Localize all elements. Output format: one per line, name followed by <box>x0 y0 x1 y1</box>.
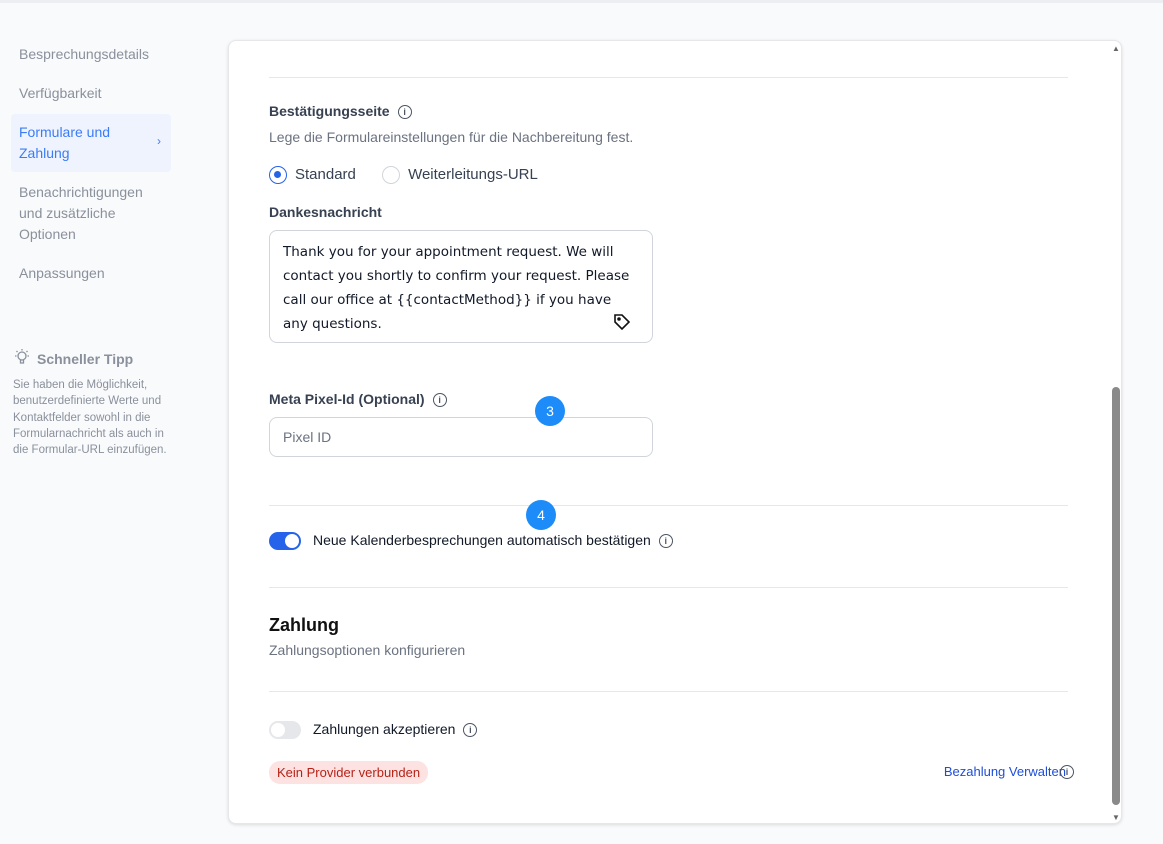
confirmation-title: Bestätigungsseite i <box>269 103 412 120</box>
divider <box>269 587 1068 588</box>
divider <box>269 505 1068 506</box>
info-icon[interactable]: i <box>397 105 412 120</box>
accept-payments-toggle[interactable] <box>269 721 301 739</box>
manage-payment-link[interactable]: Bezahlung Verwalten <box>944 764 1066 779</box>
sidebar-item-benachrichtigungen[interactable]: Benachrichtigungen und zusätzliche Optio… <box>11 174 171 253</box>
auto-confirm-text: Neue Kalenderbesprechungen automatisch b… <box>313 532 651 548</box>
sidebar-item-formulare[interactable]: Formulare und Zahlung › <box>11 114 171 172</box>
divider <box>269 77 1068 78</box>
accept-payments-text: Zahlungen akzeptieren <box>313 721 456 737</box>
scroll-up-icon[interactable]: ▲ <box>1112 44 1120 53</box>
tip-text: Sie haben die Möglichkeit, benutzerdefin… <box>13 379 167 457</box>
tip-title: Schneller Tipp <box>37 350 134 367</box>
sidebar-item-anpassungen[interactable]: Anpassungen <box>11 255 171 292</box>
pixel-id-input[interactable]: Pixel ID <box>269 417 653 457</box>
quick-tip: Schneller Tipp Sie haben die Möglichkeit… <box>13 348 173 458</box>
info-icon[interactable]: i <box>658 534 673 549</box>
toggle-knob <box>271 723 285 737</box>
sidebar-nav: Besprechungsdetails Verfügbarkeit Formul… <box>11 36 171 294</box>
sidebar-item-verfuegbarkeit[interactable]: Verfügbarkeit <box>11 75 171 112</box>
scrollbar[interactable]: ▲ ▼ <box>1110 40 1122 824</box>
pixel-label-text: Meta Pixel-Id (Optional) <box>269 391 425 407</box>
payment-title: Zahlung <box>269 615 339 635</box>
lightbulb-icon <box>13 348 31 369</box>
radio-checked-icon <box>269 166 287 185</box>
form-card: Bestätigungsseite i Lege die Formulareins… <box>228 40 1122 824</box>
radio-label: Standard <box>295 166 356 183</box>
step-badge-4: 4 <box>526 500 556 530</box>
provider-status-badge: Kein Provider verbunden <box>269 761 429 784</box>
thanks-label: Dankesnachricht <box>269 204 382 220</box>
confirmation-title-text: Bestätigungsseite <box>269 103 390 119</box>
top-border <box>0 0 1163 3</box>
tag-icon[interactable] <box>612 312 632 337</box>
sidebar-item-besprechungsdetails[interactable]: Besprechungsdetails <box>11 36 171 73</box>
step-badge-3: 3 <box>535 396 565 426</box>
payment-subtitle: Zahlungsoptionen konfigurieren <box>269 642 466 658</box>
confirmation-description: Lege die Formulareinstellungen für die N… <box>269 129 634 145</box>
toggle-knob <box>285 534 299 548</box>
radio-standard[interactable]: Standard <box>269 166 356 185</box>
scroll-down-icon[interactable]: ▼ <box>1112 813 1120 822</box>
auto-confirm-toggle[interactable] <box>269 532 301 550</box>
info-icon[interactable]: i <box>1060 765 1074 779</box>
pixel-label: Meta Pixel-Id (Optional) i <box>269 391 447 408</box>
chevron-right-icon: › <box>157 134 161 148</box>
info-icon[interactable]: i <box>463 723 478 738</box>
sidebar-item-label: Formulare und Zahlung <box>19 124 111 161</box>
info-icon[interactable]: i <box>432 393 447 408</box>
radio-redirect-url[interactable]: Weiterleitungs-URL <box>382 166 538 185</box>
radio-label: Weiterleitungs-URL <box>408 166 538 183</box>
confirmation-radio-group: Standard Weiterleitungs-URL <box>269 166 538 185</box>
thanks-message-text: Thank you for your appointment request. … <box>283 244 630 332</box>
thanks-message-textarea[interactable]: Thank you for your appointment request. … <box>269 230 653 343</box>
radio-unchecked-icon <box>382 166 401 185</box>
scrollbar-thumb[interactable] <box>1112 387 1120 805</box>
auto-confirm-label: Neue Kalenderbesprechungen automatisch b… <box>313 532 673 549</box>
divider <box>269 691 1068 692</box>
accept-payments-label: Zahlungen akzeptieren i <box>313 721 478 738</box>
